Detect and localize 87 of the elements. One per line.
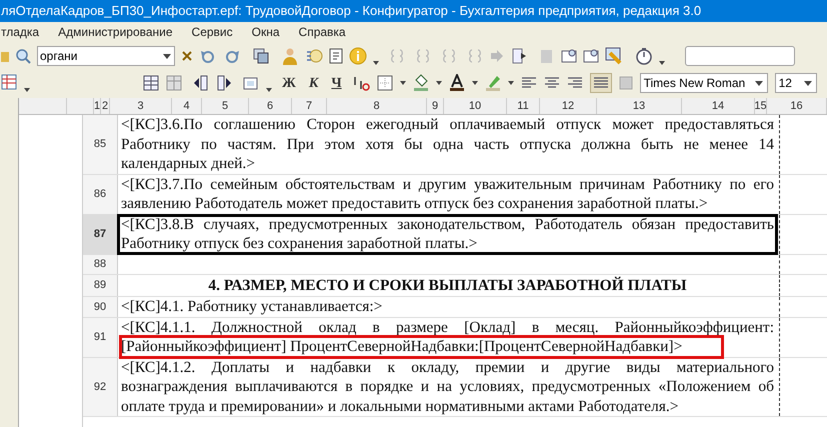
dropdown-icon[interactable] (436, 81, 442, 85)
column-header[interactable]: 2 (101, 98, 110, 114)
align-center-icon[interactable] (544, 76, 560, 90)
column-header[interactable]: 16 (767, 98, 827, 114)
column-header[interactable]: 15 (755, 98, 767, 114)
menu-item[interactable]: Администрирование (58, 23, 173, 41)
stopwatch-icon[interactable] (635, 47, 653, 65)
table-cell-text: 4. РАЗМЕР, МЕСТО И СРОКИ ВЫПЛАТЫ ЗАРАБОТНОЙ ПЛАТЫ (207, 276, 688, 296)
text-line: вознаграждения выплачиваются в порядке и на условиях, предусмотренных «Положением об (121, 377, 774, 396)
row-number[interactable]: 91 (83, 318, 118, 356)
text-line: заявлению Работодатель может предоставить отпуск без сохранения заработной платы.> (121, 194, 709, 214)
text-line: <[КС]3.7.По семейным обстоятельствам и другим уважительным причинам Работнику по его (121, 174, 774, 194)
column-header[interactable]: 4 (172, 98, 202, 114)
document-icon[interactable] (329, 48, 343, 64)
text-line: календарных дней.> (121, 154, 256, 174)
find-previous-icon[interactable] (199, 48, 217, 64)
search-icon[interactable] (15, 48, 31, 64)
font-size-select[interactable]: 12 (774, 73, 817, 93)
text-line: <[КС]3.6.По соглашению Сторон ежегодный оплачиваемый отпуск может предоставляться (121, 115, 774, 134)
column-header[interactable]: 6 (249, 98, 292, 114)
menu-item[interactable]: Окна (252, 23, 280, 41)
table-icon[interactable] (1, 74, 17, 92)
image-search-icon[interactable] (583, 48, 599, 64)
column-right-icon[interactable] (216, 75, 232, 91)
dropdown-icon[interactable] (804, 80, 812, 86)
underline-button[interactable]: Ч (328, 72, 345, 94)
column-header[interactable]: 14 (682, 98, 755, 114)
dropdown-icon[interactable] (754, 80, 763, 86)
dropdown-icon[interactable] (400, 81, 406, 85)
input-field[interactable] (685, 46, 795, 66)
align-left-icon[interactable] (520, 76, 537, 90)
row-number[interactable]: 88 (83, 254, 118, 274)
column-header[interactable]: 12 (540, 98, 597, 114)
text-line: <[КС]4.1.1. Должностной оклад в размере [Оклад] в месяц. Районныйкоэффициент: (121, 318, 774, 337)
column-header[interactable]: 9 (427, 98, 444, 114)
font-select[interactable]: Times New Roman (640, 73, 768, 93)
row-number[interactable]: 90 (83, 297, 118, 316)
find-next-icon[interactable] (223, 48, 241, 64)
italic-button[interactable]: К (306, 72, 322, 94)
search-field[interactable]: органи (37, 46, 175, 66)
menu-item[interactable]: Сервис (192, 23, 233, 41)
text-line: <[КС]4.1. Работнику устанавливается:> (121, 297, 384, 316)
column-header[interactable]: 1 (94, 98, 101, 114)
windows-icon[interactable] (253, 48, 269, 64)
column-header[interactable]: 10 (444, 98, 507, 114)
table-icon[interactable] (143, 75, 159, 91)
clear-icon[interactable] (181, 50, 193, 62)
image-search-icon[interactable] (561, 48, 577, 64)
dropdown-icon[interactable] (659, 61, 665, 65)
dropdown-icon[interactable] (163, 54, 171, 58)
cell-icon[interactable] (243, 75, 259, 91)
text-style-icon[interactable] (352, 75, 370, 91)
dropdown-icon[interactable] (373, 61, 379, 65)
document-arrow-icon[interactable] (511, 48, 527, 64)
dropdown-icon[interactable] (508, 81, 514, 85)
column-header[interactable]: 13 (597, 98, 682, 114)
font-color-icon[interactable] (448, 74, 465, 92)
dropdown-icon[interactable] (472, 81, 478, 85)
text-line: <[КС]3.8.В случаях, предусмотренных законодательством, Работодатель обязан предоставить (121, 214, 774, 234)
column-header[interactable]: 8 (327, 98, 427, 114)
justify-icon (592, 76, 609, 90)
text-line: Работнику отпуск без сохранения заработной платы.> (121, 234, 478, 254)
column-left-icon[interactable] (193, 75, 209, 91)
row-number[interactable]: 87 (83, 214, 118, 254)
row-number[interactable]: 89 (83, 274, 118, 296)
info-icon[interactable] (349, 47, 367, 65)
dropdown-icon[interactable] (24, 88, 30, 92)
window-title: ляОтделаКадров_БП30_Инфостарт.epf: ТрудовойДоговор - Конфигуратор - Бухгалтерия предприятия, редакция 3.0 (0, 2, 702, 20)
bold-button[interactable]: Ж (279, 72, 299, 94)
fill-bucket-icon[interactable] (412, 74, 429, 92)
menu-item[interactable]: Справка (298, 23, 346, 41)
row-number[interactable]: 92 (83, 358, 118, 416)
column-header[interactable]: 3 (110, 98, 172, 114)
row-number[interactable]: 85 (83, 115, 118, 174)
text-line: Работнику по частям. При этом хотя бы одна часть отпуска должна быть не менее 14 (121, 134, 774, 154)
text-line: оплате труда и премировании» и локальными нормативными актами Работодателя.> (121, 396, 680, 416)
column-header[interactable]: 5 (202, 98, 249, 114)
dropdown-icon[interactable] (266, 88, 272, 92)
align-justify-button[interactable] (590, 73, 612, 93)
align-right-icon[interactable] (566, 76, 583, 90)
text-line: <[КС]4.1.2. Доплаты и надбавки к окладу, премии и другие виды материального (121, 358, 774, 377)
text-line: [Районныйкоэффициент] ПроцентСевернойНадбавки:[ПроцентСевернойНадбавки]> (121, 337, 722, 356)
column-header[interactable]: 7 (292, 98, 327, 114)
menu-item[interactable]: тладка (1, 23, 40, 41)
row-number[interactable]: 86 (83, 174, 118, 214)
borders-icon[interactable] (376, 75, 393, 91)
column-header[interactable]: 11 (507, 98, 540, 114)
